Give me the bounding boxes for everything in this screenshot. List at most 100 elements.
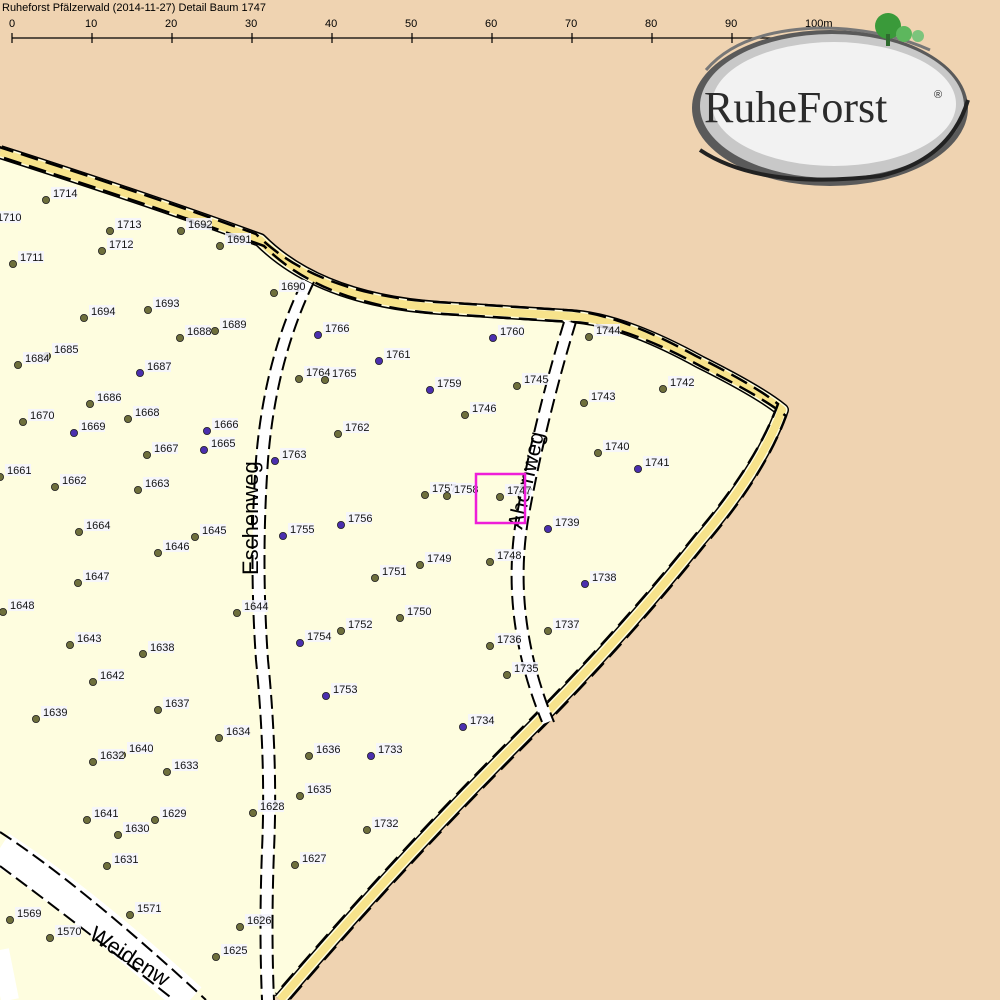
tree-dot[interactable] [80,313,89,322]
ruheforst-logo: RuheForst ® [692,13,970,186]
tree-dot[interactable] [74,579,83,588]
tree-dot[interactable] [495,492,504,501]
tree-dot[interactable] [544,627,553,636]
tree-dot[interactable] [124,414,133,423]
tree-dot[interactable] [290,861,299,870]
tree-label: 1629 [162,808,186,820]
tree-dot[interactable] [270,456,279,465]
tree-label: 1688 [187,326,211,338]
tree-dot[interactable] [18,417,27,426]
tree-dot[interactable] [8,259,17,268]
tree-dot[interactable] [235,923,244,932]
tree-dot[interactable] [415,561,424,570]
tree-label: 1644 [244,601,268,613]
tree-label: 1752 [348,619,372,631]
tree-dot[interactable] [66,641,75,650]
tree-dot[interactable] [442,491,451,500]
tree-dot[interactable] [295,792,304,801]
tree-dot[interactable] [395,614,404,623]
tree-dot[interactable] [202,426,211,435]
tree-dot[interactable] [86,399,95,408]
tree-label: 1734 [470,715,494,727]
tree-dot[interactable] [594,448,603,457]
tree-dot[interactable] [199,445,208,454]
tree-dot[interactable] [215,241,224,250]
tree-dot[interactable] [544,525,553,534]
tree-dot[interactable] [420,490,429,499]
tree-dot[interactable] [313,330,322,339]
tree-dot[interactable] [175,333,184,342]
tree-dot[interactable] [269,288,278,297]
tree-dot[interactable] [366,752,375,761]
tree-dot[interactable] [320,375,329,384]
tree-dot[interactable] [142,450,151,459]
tree-dot[interactable] [176,226,185,235]
tree-dot[interactable] [138,650,147,659]
tree-dot[interactable] [133,485,142,494]
tree-dot[interactable] [460,410,469,419]
tree-dot[interactable] [51,482,60,491]
tree-dot[interactable] [659,384,668,393]
tree-dot[interactable] [83,816,92,825]
tree-dot[interactable] [488,333,497,342]
tree-dot[interactable] [374,356,383,365]
tree-dot[interactable] [211,953,220,962]
tree-dot[interactable] [13,360,22,369]
tree-dot[interactable] [0,608,7,616]
tree-dot[interactable] [336,627,345,636]
tree-dot[interactable] [502,671,511,680]
tree-label: 1663 [145,478,169,490]
tree-label: 1636 [316,744,340,756]
tree-dot[interactable] [485,558,494,567]
tree-dot[interactable] [321,692,330,701]
tree-label: 1627 [302,853,326,865]
scale-label: 70 [565,18,577,30]
tree-label: 1630 [125,823,149,835]
tree-dot[interactable] [126,911,135,920]
tree-dot[interactable] [370,574,379,583]
tree-dot[interactable] [214,734,223,743]
tree-dot[interactable] [143,305,152,314]
tree-dot[interactable] [485,642,494,651]
tree-dot[interactable] [425,385,434,394]
tree-dot[interactable] [32,715,41,724]
tree-dot[interactable] [89,678,98,687]
tree-dot[interactable] [89,758,98,767]
tree-dot[interactable] [585,332,594,341]
tree-dot[interactable] [0,473,4,481]
tree-dot[interactable] [294,374,303,383]
tree-dot[interactable] [210,326,219,335]
tree-dot[interactable] [153,706,162,715]
tree-dot[interactable] [304,752,313,761]
tree-dot[interactable] [46,934,55,943]
tree-dot[interactable] [162,768,171,777]
tree-dot[interactable] [458,723,467,732]
tree-label: 1635 [307,784,331,796]
tree-dot[interactable] [333,429,342,438]
tree-dot[interactable] [232,609,241,618]
tree-dot[interactable] [634,464,643,473]
tree-dot[interactable] [513,381,522,390]
tree-label: 1747 [507,485,531,497]
tree-dot[interactable] [295,639,304,648]
tree-dot[interactable] [98,246,107,255]
tree-dot[interactable] [153,549,162,558]
tree-label: 1751 [382,566,406,578]
tree-dot[interactable] [362,826,371,835]
tree-dot[interactable] [6,916,14,925]
tree-dot[interactable] [580,398,589,407]
tree-dot[interactable] [278,532,287,541]
tree-dot[interactable] [75,528,84,537]
tree-dot[interactable] [248,809,257,818]
tree-dot[interactable] [150,816,159,825]
tree-dot[interactable] [190,533,199,542]
tree-dot[interactable] [70,428,79,437]
tree-dot[interactable] [114,831,123,840]
tree-dot[interactable] [106,226,115,235]
tree-dot[interactable] [135,368,144,377]
tree-dot[interactable] [103,862,112,871]
tree-dot[interactable] [581,580,590,589]
tree-dot[interactable] [336,521,345,530]
tree-dot[interactable] [42,195,51,204]
forest-map[interactable]: Eschenweg Ahornweg Weidenw 171417101713 1… [0,0,1000,1000]
